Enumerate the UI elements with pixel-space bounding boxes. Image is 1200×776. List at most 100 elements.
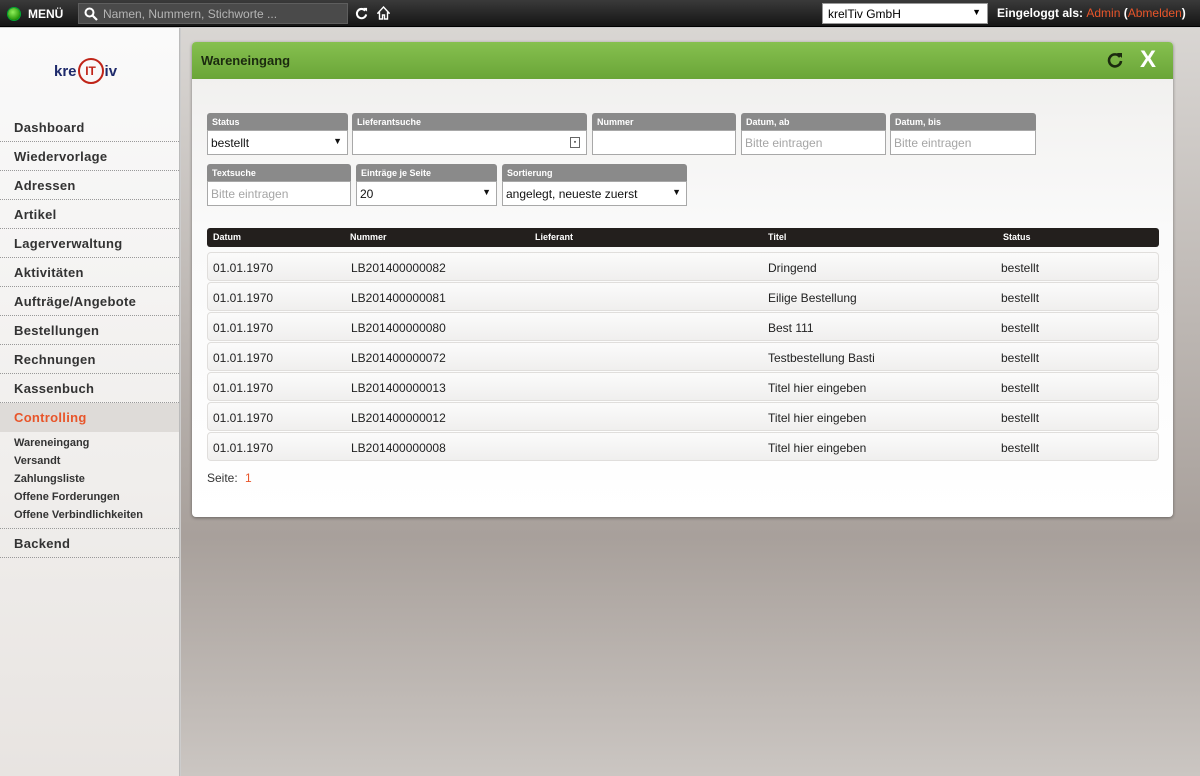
text-filter: Textsuche Bitte eintragen [207, 164, 351, 206]
sidebar-item-bestellungen[interactable]: Bestellungen [0, 316, 179, 345]
supplier-input[interactable]: ▪ [352, 130, 587, 155]
date-to-filter: Datum, bis Bitte eintragen [890, 113, 1036, 155]
column-header-nummer[interactable]: Nummer [350, 232, 387, 242]
table-row[interactable]: 01.01.1970 LB201400000013 Titel hier einge… [207, 372, 1159, 401]
row-nummer-cell: LB201400000080 [351, 321, 446, 335]
table-row[interactable]: 01.01.1970 LB201400000080 Best 111 bestellt [207, 312, 1159, 341]
logout-close-paren: ) [1181, 6, 1186, 20]
sidebar: kre IT iv Dashboard Wiedervorlage Adress… [0, 28, 180, 776]
sidebar-item-aktivitaeten[interactable]: Aktivitäten [0, 258, 179, 287]
table-row[interactable]: 01.01.1970 LB201400000008 Titel hier einge… [207, 432, 1159, 461]
date-from-filter: Datum, ab Bitte eintragen [741, 113, 886, 155]
number-input[interactable] [592, 130, 736, 155]
search-icon[interactable] [79, 4, 103, 23]
row-nummer-cell: LB201400000012 [351, 411, 446, 425]
sidebar-item-kassenbuch[interactable]: Kassenbuch [0, 374, 179, 403]
row-status-cell: bestellt [1001, 261, 1040, 275]
row-titel-cell: Best 111 [768, 321, 814, 335]
per-page-value: 20 [360, 186, 374, 201]
text-input[interactable]: Bitte eintragen [207, 181, 351, 206]
home-icon[interactable] [375, 4, 391, 22]
subnav-item-offene-verbindlichkeiten[interactable]: Offene Verbindlichkeiten [14, 506, 179, 524]
sidebar-item-controlling[interactable]: Controlling [0, 403, 179, 432]
chevron-down-icon: ▼ [482, 187, 491, 197]
sort-filter: Sortierung angelegt, neueste zuerst ▼ [502, 164, 687, 206]
sidebar-item-artikel[interactable]: Artikel [0, 200, 179, 229]
subnav-item-wareneingang[interactable]: Wareneingang [14, 434, 179, 452]
supplier-label: Lieferantsuche [352, 113, 587, 130]
column-header-datum[interactable]: Datum [213, 232, 241, 242]
login-info: Eingeloggt als: Admin (Abmelden) [997, 6, 1186, 20]
row-datum-cell: 01.01.1970 [213, 261, 274, 275]
row-titel-cell: Titel hier eingeben [768, 441, 867, 455]
row-nummer-cell: LB201400000082 [351, 261, 446, 275]
row-nummer-cell: LB201400000081 [351, 291, 446, 305]
menu-button[interactable]: MENÜ [8, 5, 63, 22]
row-titel-cell: Eilige Bestellung [768, 291, 857, 305]
page-link[interactable]: 1 [245, 471, 252, 485]
date-from-input[interactable]: Bitte eintragen [741, 130, 886, 155]
sidebar-subnav: Wareneingang Versandt Zahlungsliste Offe… [0, 432, 179, 529]
status-select[interactable]: bestellt ▼ [207, 130, 348, 155]
column-header-status[interactable]: Status [1003, 232, 1031, 242]
row-titel-cell: Titel hier eingeben [768, 381, 867, 395]
reload-icon[interactable] [1105, 48, 1125, 72]
status-filter: Status bestellt ▼ [207, 113, 348, 155]
company-select[interactable]: krelTiv GmbH ▼ [822, 3, 988, 24]
row-titel-cell: Testbestellung Basti [768, 351, 875, 365]
sort-value: angelegt, neueste zuerst [506, 186, 638, 201]
pager-label: Seite: [207, 471, 238, 485]
row-datum-cell: 01.01.1970 [213, 381, 274, 395]
logo[interactable]: kre IT iv [54, 58, 117, 84]
row-status-cell: bestellt [1001, 291, 1040, 305]
subnav-item-versandt[interactable]: Versandt [14, 452, 179, 470]
logo-text-right: iv [104, 62, 118, 80]
close-icon[interactable]: X [1137, 46, 1159, 73]
subnav-item-offene-forderungen[interactable]: Offene Forderungen [14, 488, 179, 506]
search-input[interactable] [103, 4, 347, 23]
sidebar-item-rechnungen[interactable]: Rechnungen [0, 345, 179, 374]
row-nummer-cell: LB201400000008 [351, 441, 446, 455]
panel-header: Wareneingang X [192, 42, 1173, 79]
sidebar-nav: Dashboard Wiedervorlage Adressen Artikel… [0, 113, 179, 558]
menu-label: MENÜ [28, 6, 64, 21]
date-from-placeholder: Bitte eintragen [745, 135, 823, 150]
sidebar-item-dashboard[interactable]: Dashboard [0, 113, 179, 142]
date-to-input[interactable]: Bitte eintragen [890, 130, 1036, 155]
sidebar-item-wiedervorlage[interactable]: Wiedervorlage [0, 142, 179, 171]
chevron-down-icon: ▼ [333, 136, 342, 146]
logout-link[interactable]: Abmelden [1128, 6, 1182, 20]
row-nummer-cell: LB201400000072 [351, 351, 446, 365]
row-titel-cell: Titel hier eingeben [768, 411, 867, 425]
subnav-item-zahlungsliste[interactable]: Zahlungsliste [14, 470, 179, 488]
row-datum-cell: 01.01.1970 [213, 351, 274, 365]
table-row[interactable]: 01.01.1970 LB201400000012 Titel hier einge… [207, 402, 1159, 431]
supplier-filter: Lieferantsuche ▪ [352, 113, 587, 155]
pagination: Seite: 1 [207, 471, 252, 485]
sidebar-item-auftraege[interactable]: Aufträge/Angebote [0, 287, 179, 316]
refresh-icon[interactable] [353, 4, 369, 22]
row-status-cell: bestellt [1001, 411, 1040, 425]
sidebar-item-lagerverwaltung[interactable]: Lagerverwaltung [0, 229, 179, 258]
column-header-lieferant[interactable]: Lieferant [535, 232, 573, 242]
sort-select[interactable]: angelegt, neueste zuerst ▼ [502, 181, 687, 206]
row-datum-cell: 01.01.1970 [213, 291, 274, 305]
table-row[interactable]: 01.01.1970 LB201400000081 Eilige Bestellun… [207, 282, 1159, 311]
sidebar-item-backend[interactable]: Backend [0, 529, 179, 558]
text-label: Textsuche [207, 164, 351, 181]
text-placeholder: Bitte eintragen [211, 186, 289, 201]
company-select-value: krelTiv GmbH [828, 6, 901, 21]
column-header-titel[interactable]: Titel [768, 232, 786, 242]
status-light-icon [8, 7, 20, 20]
global-search [78, 3, 348, 24]
per-page-label: Einträge je Seite [356, 164, 497, 181]
row-status-cell: bestellt [1001, 351, 1040, 365]
date-to-placeholder: Bitte eintragen [894, 135, 972, 150]
table-row[interactable]: 01.01.1970 LB201400000082 Dringend bestellt [207, 252, 1159, 281]
row-titel-cell: Dringend [768, 261, 817, 275]
per-page-select[interactable]: 20 ▼ [356, 181, 497, 206]
table-row[interactable]: 01.01.1970 LB201400000072 Testbestellung B… [207, 342, 1159, 371]
address-book-icon[interactable]: ▪ [570, 137, 580, 148]
sidebar-item-adressen[interactable]: Adressen [0, 171, 179, 200]
user-link[interactable]: Admin [1086, 6, 1120, 20]
